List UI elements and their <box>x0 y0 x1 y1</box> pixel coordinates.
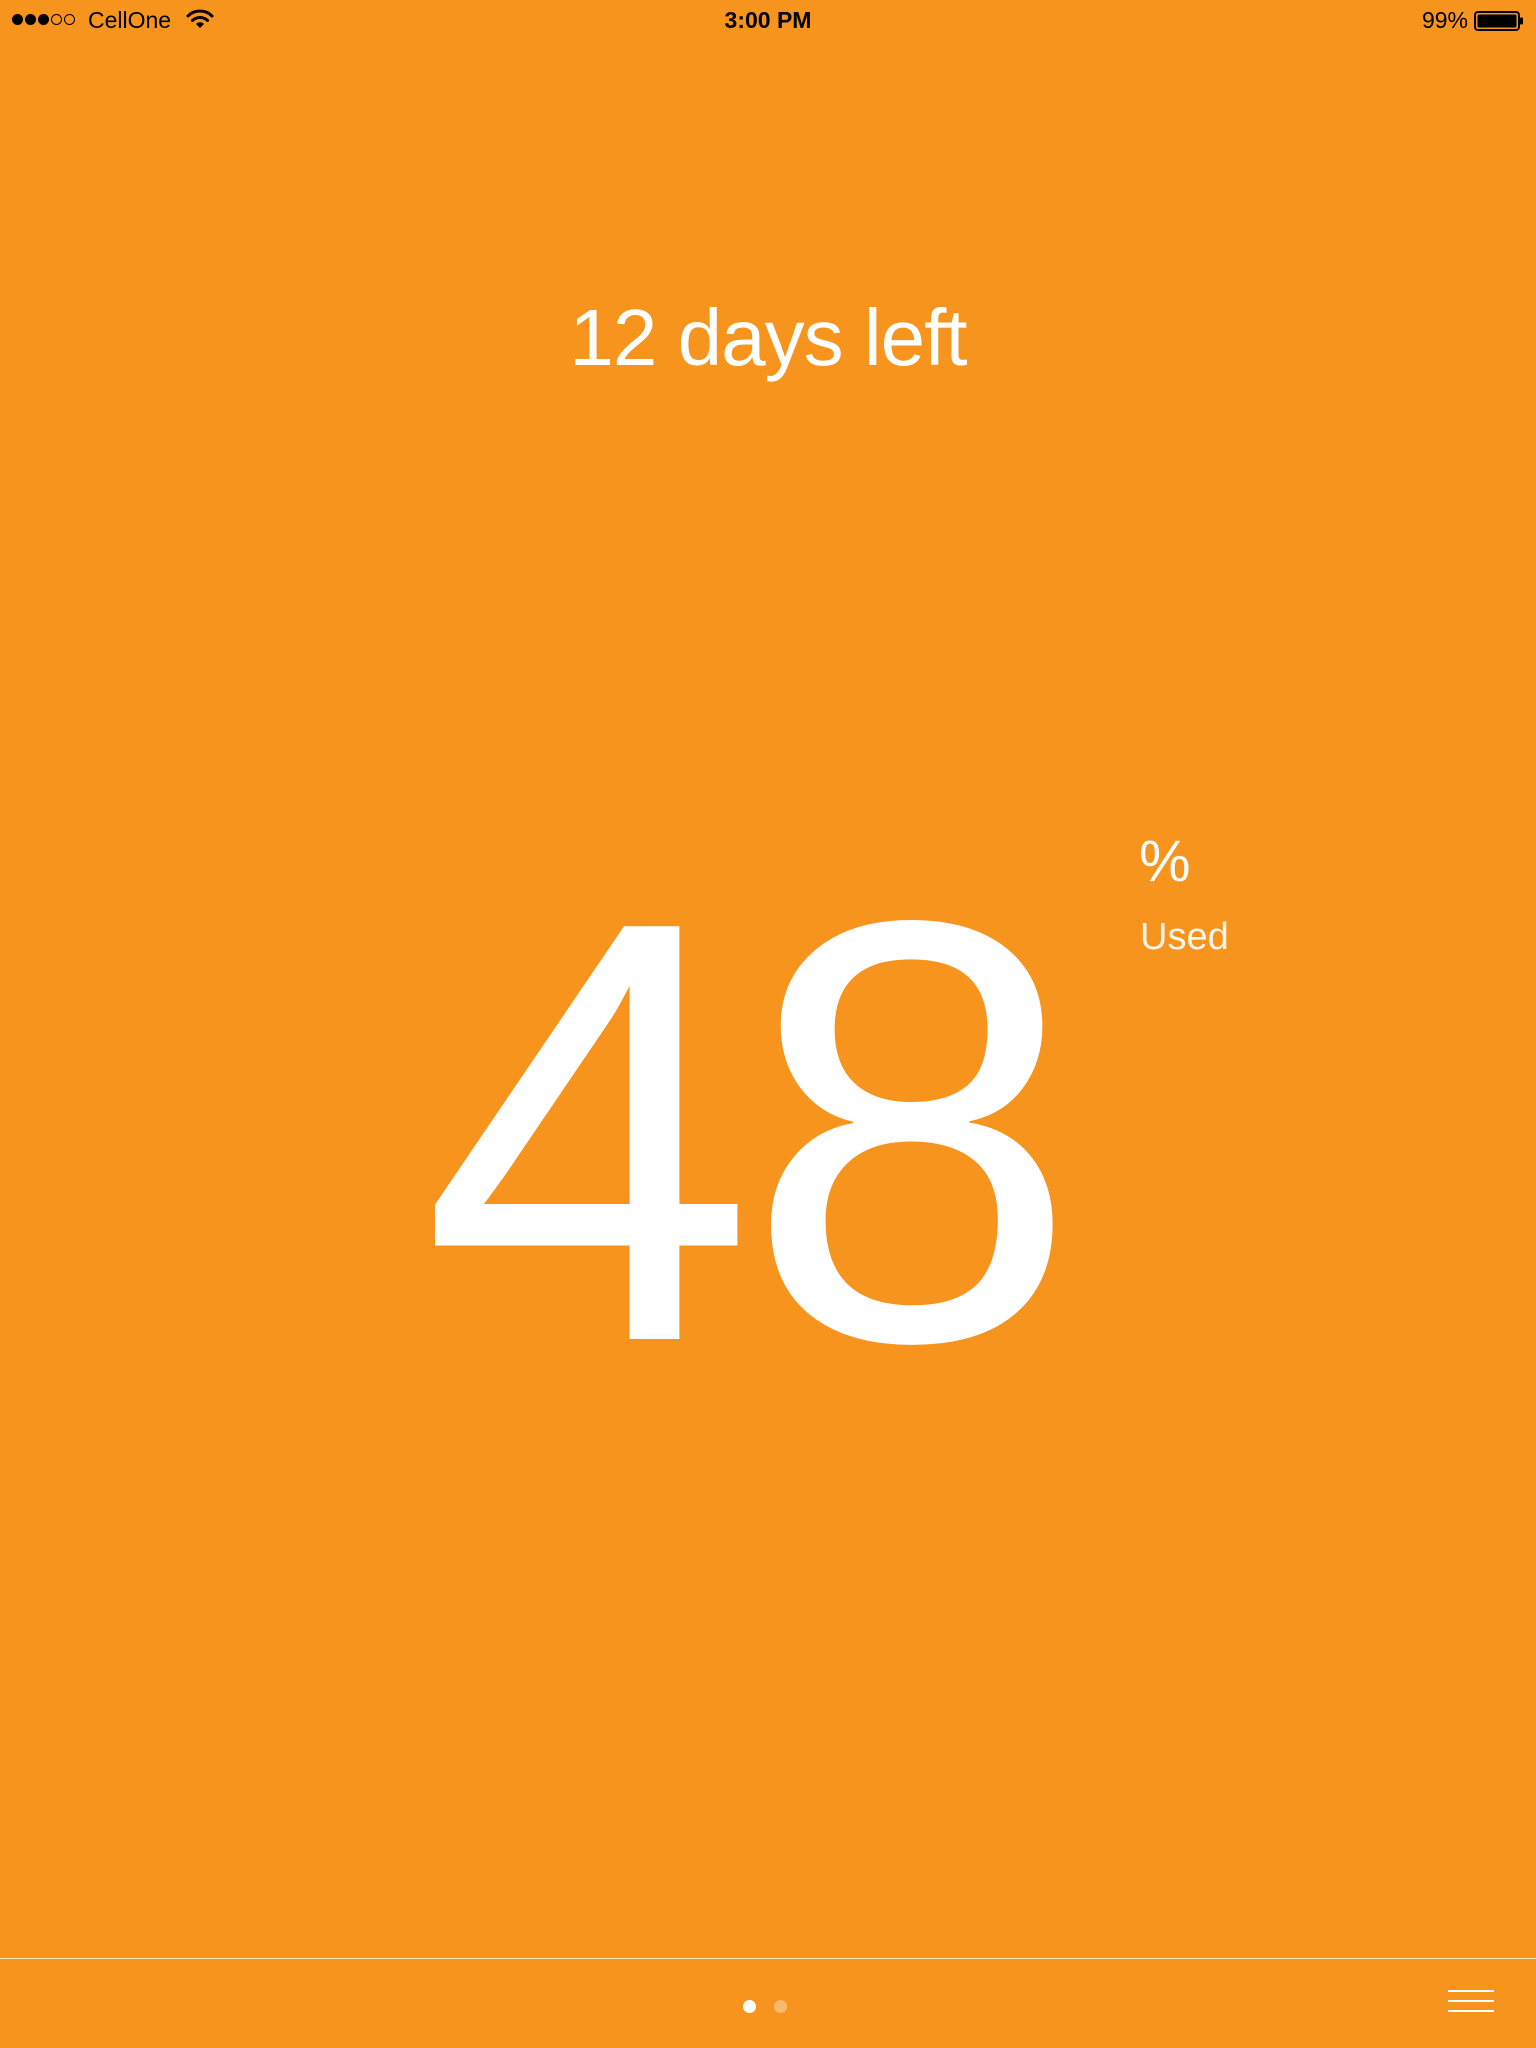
battery-icon <box>1474 11 1523 31</box>
status-time: 3:00 PM <box>724 7 812 33</box>
page-indicator[interactable] <box>743 2000 805 2013</box>
battery-percentage: 99% <box>1421 7 1468 33</box>
bottom-divider <box>0 1958 1536 1959</box>
page-dot-1[interactable] <box>743 2000 756 2013</box>
app-root: CellOne 3:00 PM 99% 12 days left 48 % Us… <box>0 0 1536 2048</box>
menu-button[interactable] <box>1440 1984 1500 2024</box>
usage-unit: % <box>1139 829 1191 894</box>
page-dot-2[interactable] <box>774 2000 787 2013</box>
usage-label: Used <box>1140 916 1229 958</box>
usage-percentage-value: 48 <box>421 797 1078 1467</box>
days-left-text: 12 days left <box>569 293 967 382</box>
status-bar: CellOne 3:00 PM 99% <box>0 0 1536 40</box>
